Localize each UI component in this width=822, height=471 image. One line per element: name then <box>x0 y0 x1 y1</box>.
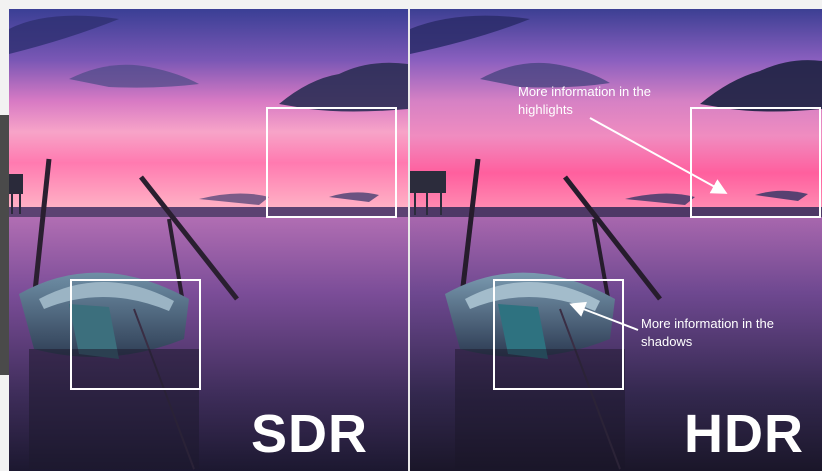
sdr-highlights-frame <box>266 107 397 218</box>
hdr-panel: More information in the highlights More … <box>410 9 822 471</box>
comparison-image: SDR More information in the highlights M… <box>0 0 822 471</box>
sdr-label: SDR <box>251 404 369 464</box>
left-edge-bar <box>0 115 9 375</box>
hdr-highlights-frame <box>690 107 821 218</box>
hdr-shadows-frame <box>493 279 624 390</box>
sdr-shadows-frame <box>70 279 201 390</box>
highlights-annotation: More information in the highlights <box>518 84 651 117</box>
sdr-photo <box>9 9 408 471</box>
hdr-label: HDR <box>684 404 804 464</box>
shadows-annotation: More information in the shadows <box>641 316 774 349</box>
sdr-panel: SDR <box>9 9 408 471</box>
hdr-photo <box>410 9 822 471</box>
